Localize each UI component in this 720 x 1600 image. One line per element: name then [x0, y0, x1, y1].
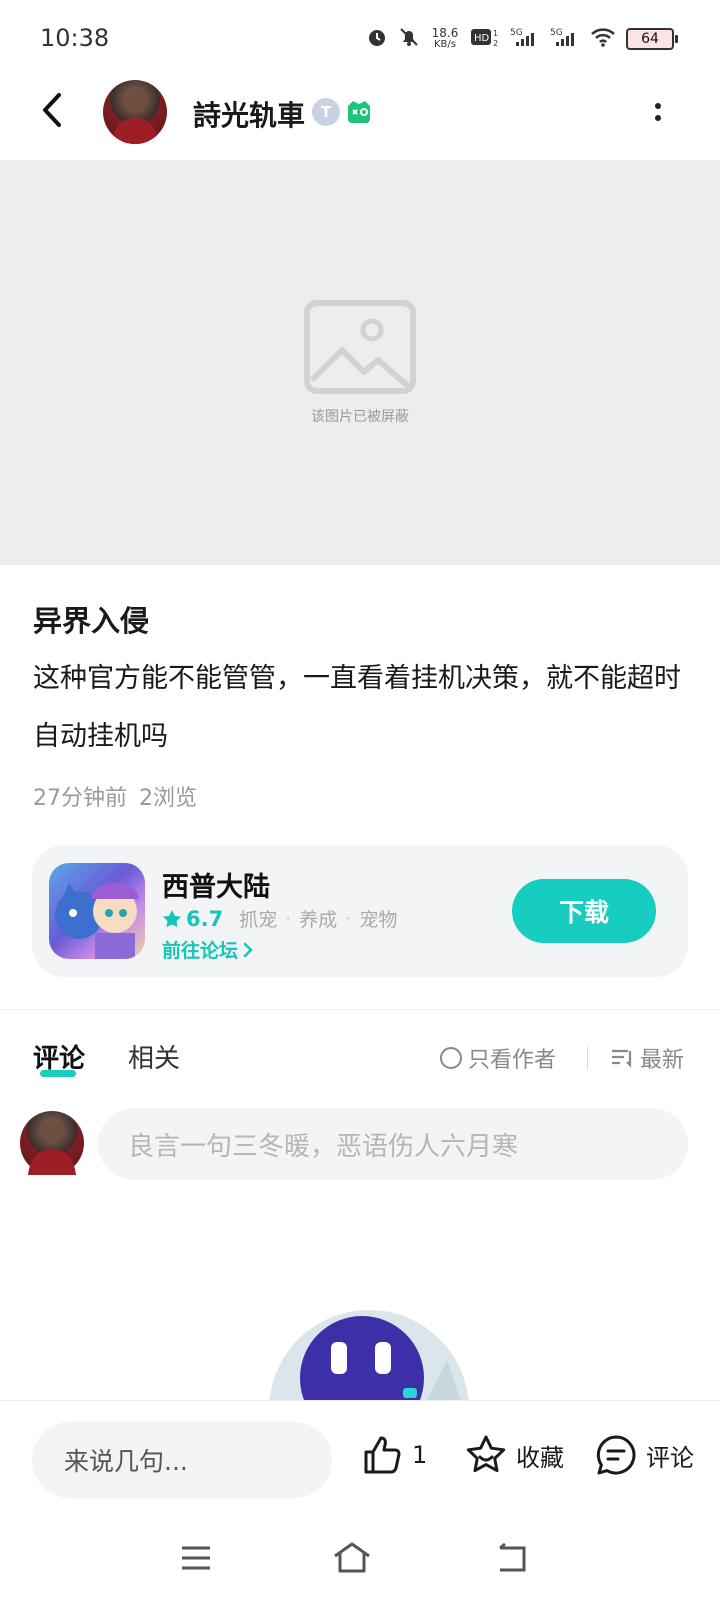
status-bar: 10:38 18.6 KB/s HD 1 2 5G 5G 64: [0, 0, 720, 78]
level-badge: T: [312, 98, 340, 126]
back-nav-button[interactable]: [492, 1538, 532, 1578]
blocked-image-text: 该图片已被屏蔽: [311, 408, 409, 425]
blocked-image-placeholder[interactable]: 该图片已被屏蔽: [0, 160, 720, 565]
image-placeholder-icon: [304, 299, 416, 394]
radio-icon: [440, 1047, 462, 1069]
author-only-filter[interactable]: 只看作者: [440, 1042, 556, 1074]
tab-active-indicator: [40, 1070, 76, 1077]
home-nav-button[interactable]: [332, 1538, 372, 1578]
post-title: 异界入侵: [33, 604, 150, 638]
more-dot-icon: [655, 103, 661, 109]
author-name[interactable]: 詩光轨車: [193, 94, 305, 134]
rating-score: 6.7: [186, 906, 224, 931]
user-avatar: [20, 1111, 84, 1175]
star-outline-icon: [466, 1435, 506, 1473]
game-card[interactable]: 西普大陆 6.7 抓宠 · 养成 · 宠物 前往论坛 下载: [32, 845, 688, 977]
author-avatar[interactable]: [103, 80, 167, 144]
filter-divider: [587, 1046, 588, 1070]
signal-5g-icon: 5G: [510, 26, 540, 52]
comment-bubble-icon: [596, 1435, 636, 1475]
forum-link-label: 前往论坛: [162, 940, 239, 962]
game-badge-icon: [344, 97, 374, 127]
svg-text:5G: 5G: [550, 28, 563, 38]
star-icon: [163, 909, 181, 927]
alarm-icon: [366, 26, 388, 52]
game-tag: 宠物: [359, 909, 398, 931]
game-name: 西普大陆: [162, 872, 270, 903]
svg-text:1: 1: [493, 29, 498, 38]
favorite-label: 收藏: [516, 1443, 564, 1472]
tag-separator: ·: [345, 907, 352, 930]
favorite-button[interactable]: 收藏: [464, 1433, 564, 1477]
net-speed-unit: KB/s: [434, 39, 456, 50]
game-tag: 养成: [299, 909, 338, 931]
tab-related[interactable]: 相关: [128, 1038, 180, 1075]
post-header: 詩光轨車 T: [0, 78, 720, 160]
sort-button[interactable]: 最新: [610, 1042, 684, 1074]
net-speed: 18.6 KB/s: [430, 27, 460, 51]
sort-icon: [612, 1049, 632, 1068]
status-icons: 18.6 KB/s HD 1 2 5G 5G 64: [366, 22, 678, 56]
post-views: 2浏览: [139, 786, 197, 811]
like-count: 1: [412, 1441, 428, 1469]
menu-nav-button[interactable]: [176, 1538, 216, 1578]
post-content: 这种官方能不能管管，一直看着挂机决策，就不能超时自动挂机吗: [33, 663, 681, 752]
forum-link[interactable]: 前往论坛: [162, 936, 254, 963]
bottom-action-bar: 来说几句... 1 收藏 评论: [0, 1400, 720, 1516]
download-button[interactable]: 下载: [512, 879, 656, 943]
hd-icon: HD 1 2: [470, 26, 500, 52]
system-nav-bar: [0, 1516, 720, 1600]
more-options-button[interactable]: [650, 96, 666, 128]
sort-label: 最新: [640, 1048, 685, 1073]
back-button[interactable]: [30, 88, 74, 132]
reply-input[interactable]: 来说几句...: [32, 1422, 332, 1498]
thumbs-up-icon: [364, 1436, 401, 1474]
comment-label: 评论: [646, 1443, 694, 1472]
author-only-label: 只看作者: [468, 1048, 557, 1073]
svg-text:5G: 5G: [510, 28, 523, 38]
section-divider: [0, 1009, 720, 1010]
home-icon: [334, 1542, 370, 1573]
post-time: 27分钟前: [33, 786, 127, 811]
tag-separator: ·: [285, 907, 292, 930]
status-time: 10:38: [40, 24, 110, 52]
wifi-icon: [590, 26, 616, 52]
battery-indicator: 64: [626, 28, 678, 50]
back-nav-icon: [499, 1542, 526, 1572]
post-meta: 27分钟前 2浏览: [33, 780, 197, 812]
svg-text:HD: HD: [474, 33, 490, 44]
chevron-right-icon: [243, 942, 253, 957]
net-speed-value: 18.6: [431, 26, 459, 40]
like-button[interactable]: 1: [360, 1433, 427, 1477]
game-tag: 抓宠: [239, 909, 278, 931]
more-dot-icon: [655, 115, 661, 121]
menu-icon: [182, 1546, 210, 1570]
back-arrow-icon: [43, 93, 61, 127]
mute-icon: [398, 26, 420, 52]
game-app-icon[interactable]: [49, 863, 145, 959]
game-rating: 6.7 抓宠 · 养成 · 宠物: [162, 905, 397, 932]
comment-input[interactable]: 良言一句三冬暖，恶语伤人六月寒: [98, 1108, 688, 1180]
comment-button[interactable]: 评论: [594, 1433, 694, 1477]
svg-text:2: 2: [493, 39, 498, 48]
signal-5g-icon: 5G: [550, 26, 580, 52]
empty-state-mascot: [267, 1300, 471, 1402]
